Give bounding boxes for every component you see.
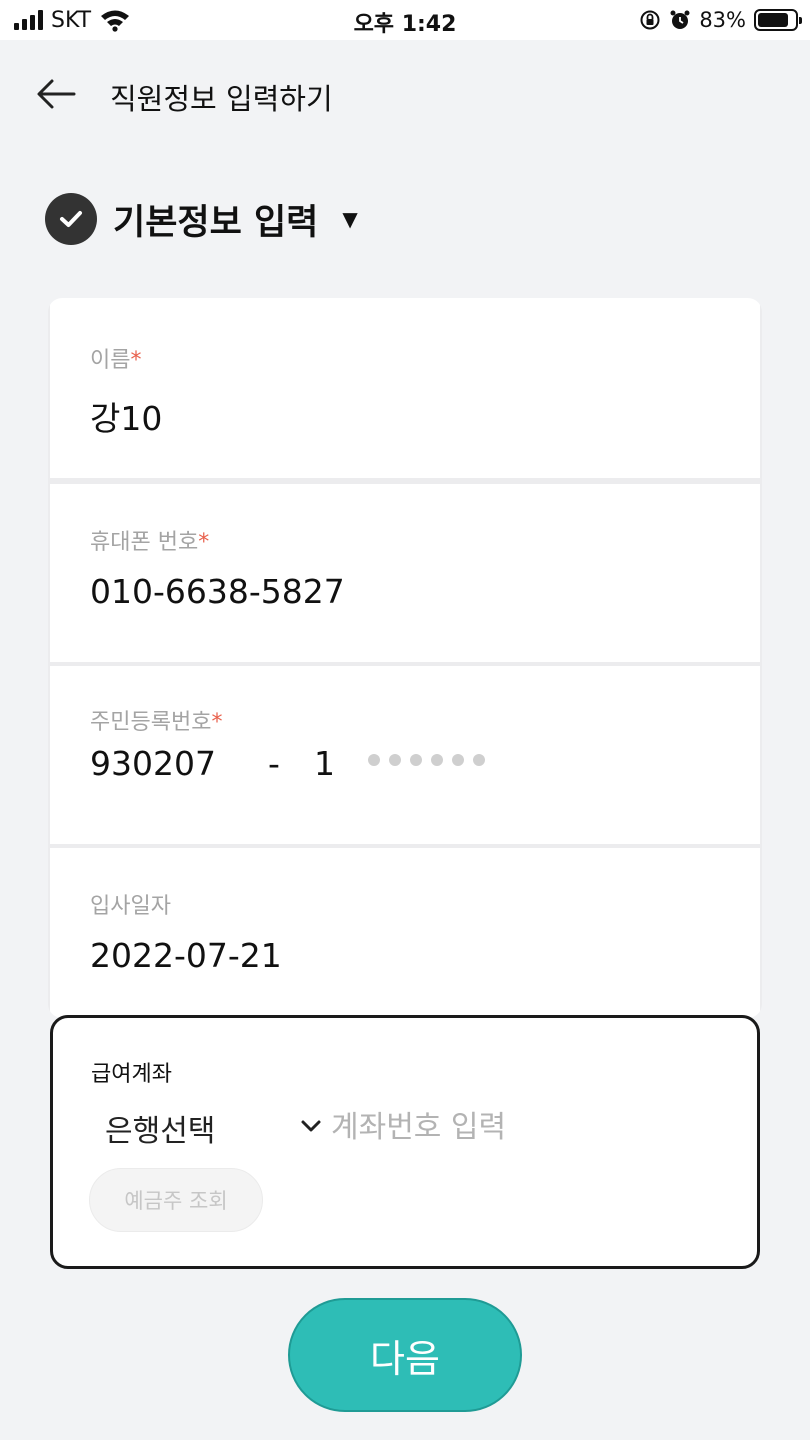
page-title: 직원정보 입력하기 xyxy=(110,82,333,116)
battery-icon xyxy=(754,9,802,31)
rrn-separator: - xyxy=(268,744,280,783)
required-mark: * xyxy=(130,348,142,373)
name-value: 강10 xyxy=(90,399,163,438)
caret-down-icon: ▼ xyxy=(342,207,358,231)
chevron-down-icon xyxy=(301,1120,321,1132)
join-date-label: 입사일자 xyxy=(90,894,171,919)
back-arrow-icon[interactable] xyxy=(34,74,78,114)
join-date-field[interactable]: 입사일자 2022-07-21 xyxy=(50,848,760,1018)
rrn-front: 930207 xyxy=(90,744,216,783)
account-number-input[interactable] xyxy=(331,1104,711,1150)
basic-info-card: 이름* 강10 휴대폰 번호* 010-6638-5827 주민등록번호* 93… xyxy=(48,298,762,1018)
alarm-icon xyxy=(670,10,690,29)
phone-label: 휴대폰 번호* xyxy=(90,530,210,555)
rrn-back-first: 1 xyxy=(314,744,335,783)
rrn-field[interactable]: 주민등록번호* 930207 - 1 xyxy=(50,666,760,844)
account-holder-check-button[interactable]: 예금주 조회 xyxy=(89,1168,263,1232)
required-mark: * xyxy=(211,710,223,735)
name-field[interactable]: 이름* 강10 xyxy=(50,298,760,478)
rotation-lock-icon xyxy=(640,10,660,30)
rrn-label: 주민등록번호* xyxy=(90,710,223,735)
account-label: 급여계좌 xyxy=(91,1062,172,1087)
rrn-masked-dots xyxy=(368,754,485,766)
battery-percent: 83% xyxy=(699,8,746,32)
join-date-value: 2022-07-21 xyxy=(90,936,282,975)
section-toggle[interactable]: 기본정보 입력 ▼ xyxy=(45,192,358,246)
header: 직원정보 입력하기 xyxy=(0,60,810,126)
section-title: 기본정보 입력 xyxy=(113,202,319,243)
check-icon xyxy=(45,193,97,245)
bank-select-label: 은행선택 xyxy=(105,1114,216,1149)
name-label: 이름* xyxy=(90,348,142,373)
required-mark: * xyxy=(198,530,210,555)
battery-fill xyxy=(758,13,788,27)
phone-field[interactable]: 휴대폰 번호* 010-6638-5827 xyxy=(50,484,760,662)
next-button[interactable]: 다음 xyxy=(288,1298,522,1412)
phone-value: 010-6638-5827 xyxy=(90,572,345,611)
salary-account-box: 급여계좌 은행선택 예금주 조회 xyxy=(50,1015,760,1269)
bank-select[interactable]: 은행선택 xyxy=(105,1104,321,1149)
status-bar: SKT 오후 1:42 83% xyxy=(0,0,810,40)
status-right: 83% xyxy=(639,6,802,34)
